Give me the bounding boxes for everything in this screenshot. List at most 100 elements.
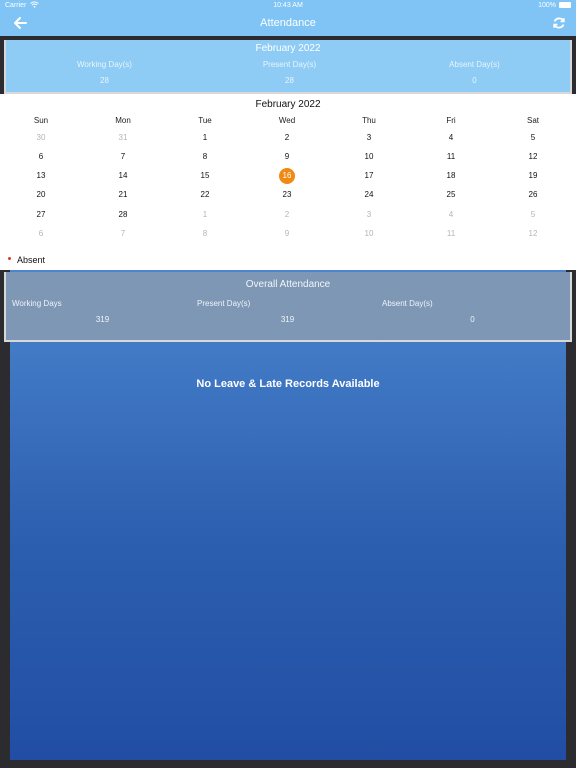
overall-absent-days-label: Absent Day(s) [382,299,433,308]
calendar-day[interactable]: 27 [0,207,82,223]
calendar-day[interactable]: 2 [246,130,328,146]
weekday-header: Tue [198,116,212,125]
calendar-day[interactable]: 20 [0,187,82,203]
absent-dot-icon [8,257,11,261]
calendar-day-number: 6 [38,229,44,238]
calendar-day-number: 3 [366,133,372,142]
calendar-day[interactable]: 18 [410,168,492,184]
overall-absent-days-value: 0 [470,315,475,324]
overall-working-days-value: 319 [95,315,110,324]
month-summary-panel: February 2022 Working Day(s) 28 Present … [4,40,572,94]
calendar-day[interactable]: 12 [492,149,574,165]
refresh-icon[interactable] [552,16,566,30]
calendar-day-number: 25 [446,190,456,199]
battery-percent: 100% [538,2,556,9]
month-working-days-value: 28 [100,76,109,85]
calendar-day-number: 2 [284,210,290,219]
calendar-day-number: 15 [200,171,210,180]
overall-present-days-label: Present Day(s) [197,299,251,308]
calendar-day[interactable]: 6 [0,149,82,165]
weekday-header: Wed [278,116,296,125]
calendar-day[interactable]: 28 [82,207,164,223]
calendar-day-number: 23 [282,190,292,199]
calendar-day[interactable]: 5 [492,130,574,146]
calendar-day[interactable]: 1 [164,130,246,146]
overall-present-days-value: 319 [280,315,295,324]
calendar-day[interactable]: 3 [328,130,410,146]
month-absent-days-label: Absent Day(s) [449,60,500,69]
calendar-day[interactable]: 24 [328,187,410,203]
calendar-day[interactable]: 2 [246,207,328,223]
calendar-day-number: 11 [446,152,456,161]
overall-working-days-label: Working Days [12,299,62,308]
calendar-day[interactable]: 3 [328,207,410,223]
calendar-day-number: 4 [448,133,454,142]
calendar-day[interactable]: 8 [164,226,246,242]
calendar-day[interactable]: 25 [410,187,492,203]
calendar-day-number: 3 [366,210,372,219]
calendar-day-number: 2 [284,133,290,142]
calendar-day[interactable]: 9 [246,149,328,165]
calendar-day-selected[interactable]: 16 [246,168,328,184]
calendar-day[interactable]: 10 [328,149,410,165]
month-working-days-label: Working Day(s) [77,60,132,69]
calendar-day-number: 18 [446,171,456,180]
calendar-day[interactable]: 9 [246,226,328,242]
calendar-day[interactable]: 7 [82,149,164,165]
weekday-header: Sun [33,116,49,125]
calendar-day[interactable]: 8 [164,149,246,165]
calendar-day[interactable]: 12 [492,226,574,242]
calendar: February 2022 Absent Sun Mon Tue Wed Thu Fri S… [0,94,576,270]
calendar-day-number: 27 [36,210,46,219]
calendar-day-number: 11 [446,229,456,238]
calendar-day[interactable]: 19 [492,168,574,184]
calendar-day-number: 22 [200,190,210,199]
no-records-message: No Leave & Late Records Available [196,378,380,390]
legend-absent-label: Absent [17,255,46,265]
calendar-day-number: 6 [38,152,44,161]
calendar-day-number: 4 [448,210,454,219]
calendar-day-number: 12 [528,229,538,238]
calendar-day[interactable]: 10 [328,226,410,242]
calendar-day-number: 7 [120,152,126,161]
overall-attendance-panel: Overall Attendance Working Days 319 Pres… [4,272,572,342]
calendar-day-number: 16 [279,168,295,184]
calendar-day[interactable]: 22 [164,187,246,203]
calendar-day[interactable]: 26 [492,187,574,203]
month-absent-days-value: 0 [472,76,477,85]
calendar-day[interactable]: 23 [246,187,328,203]
navigation-bar: Attendance [0,12,576,36]
weekday-header: Mon [115,116,131,125]
month-summary-title: February 2022 [255,43,321,54]
calendar-day[interactable]: 21 [82,187,164,203]
month-present-days-label: Present Day(s) [262,60,317,69]
calendar-day-number: 17 [364,171,374,180]
status-bar: Carrier 10:43 AM 100% [0,0,576,12]
calendar-day[interactable]: 11 [410,226,492,242]
calendar-day[interactable]: 13 [0,168,82,184]
calendar-day-number: 12 [528,152,538,161]
calendar-day-number: 19 [528,171,538,180]
weekday-header: Sat [526,116,539,125]
calendar-day[interactable]: 4 [410,207,492,223]
calendar-day-number: 31 [118,133,128,142]
calendar-day-number: 26 [528,190,538,199]
calendar-day[interactable]: 5 [492,207,574,223]
calendar-day[interactable]: 17 [328,168,410,184]
calendar-day[interactable]: 6 [0,226,82,242]
calendar-day-number: 20 [36,190,46,199]
weekday-header: Fri [446,116,456,125]
calendar-day[interactable]: 15 [164,168,246,184]
calendar-day[interactable]: 7 [82,226,164,242]
battery-icon [559,2,571,8]
calendar-day[interactable]: 11 [410,149,492,165]
legend-absent: Absent [8,255,45,265]
calendar-day[interactable]: 14 [82,168,164,184]
calendar-day[interactable]: 1 [164,207,246,223]
calendar-day[interactable]: 30 [0,130,82,146]
calendar-day-number: 21 [118,190,128,199]
calendar-day[interactable]: 4 [410,130,492,146]
calendar-day[interactable]: 31 [82,130,164,146]
calendar-day-number: 13 [36,171,46,180]
content-background [10,270,566,760]
